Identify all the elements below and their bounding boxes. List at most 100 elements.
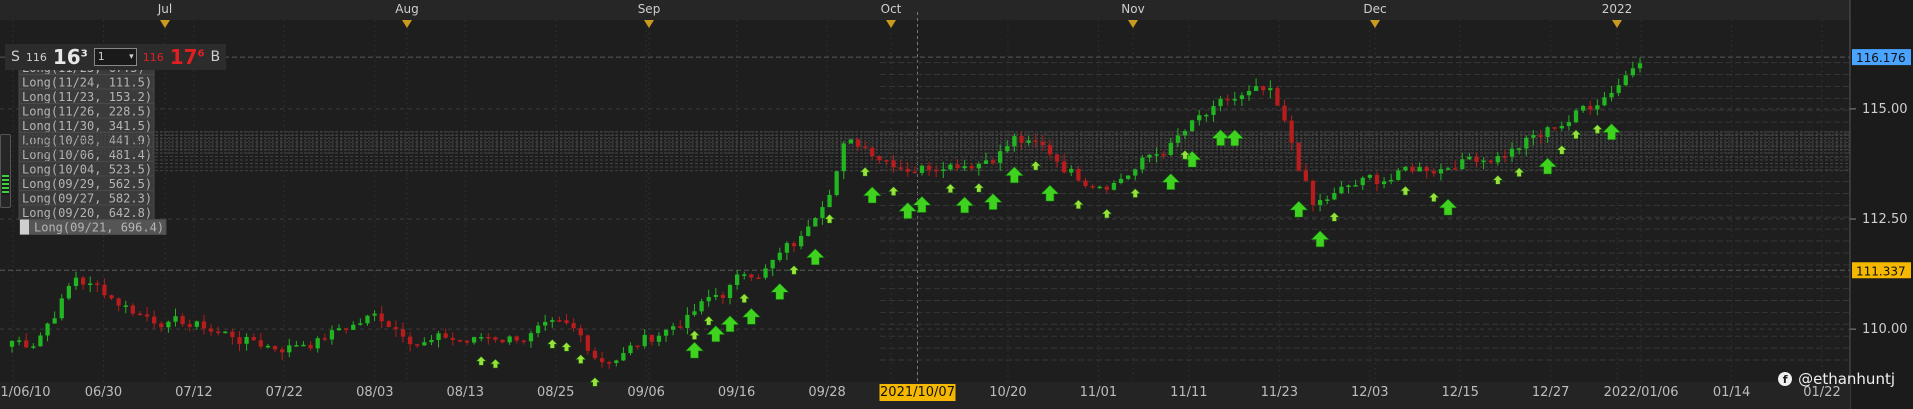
candle xyxy=(791,243,797,247)
candle xyxy=(1232,99,1237,101)
candle xyxy=(635,345,640,348)
candle xyxy=(24,340,29,348)
candle xyxy=(464,340,470,343)
candle xyxy=(720,294,726,298)
quote-panel: S 116 163 1 116 176 B xyxy=(5,44,227,70)
candle xyxy=(457,339,463,342)
candle xyxy=(230,331,235,338)
candle xyxy=(862,146,868,149)
candle xyxy=(443,333,448,338)
date-tick-label: 09/28 xyxy=(808,385,845,400)
candle xyxy=(535,325,541,334)
month-strip xyxy=(0,0,1850,20)
candle xyxy=(1069,168,1074,173)
candle xyxy=(742,274,747,276)
position-label: Long(11/24, 111.5) xyxy=(22,76,152,90)
candle xyxy=(1332,193,1337,200)
candle xyxy=(180,316,185,325)
candle xyxy=(479,337,484,339)
candle xyxy=(706,296,711,302)
candle xyxy=(1033,140,1038,142)
candle xyxy=(102,284,107,296)
candle xyxy=(749,274,754,278)
candle xyxy=(130,305,135,314)
watermark: f @ethanhuntj xyxy=(1778,370,1895,388)
candle xyxy=(471,337,477,343)
ask-price[interactable]: 176 xyxy=(170,45,205,69)
candle xyxy=(827,194,832,208)
bid-price[interactable]: 163 xyxy=(53,45,88,69)
bid-prefix: 116 xyxy=(25,50,47,64)
candle xyxy=(38,335,43,347)
candle xyxy=(877,156,882,161)
panel-resize-handle[interactable] xyxy=(0,134,11,208)
candle xyxy=(400,329,406,337)
candle xyxy=(343,328,349,330)
price-chart[interactable]: 2021/06/10 06/30 07/12 07/22 08/03 08/13 08/25… xyxy=(0,0,1913,409)
candle xyxy=(820,207,825,219)
quantity-select[interactable]: 1 xyxy=(93,48,137,66)
candle xyxy=(727,284,733,298)
candle xyxy=(1197,115,1202,121)
candle xyxy=(621,353,626,361)
candle xyxy=(386,321,391,328)
candle xyxy=(1019,136,1024,143)
candle xyxy=(1211,106,1216,115)
candle xyxy=(422,342,427,346)
candle xyxy=(1381,181,1387,185)
candle xyxy=(251,336,256,341)
candle xyxy=(1239,95,1245,100)
candle xyxy=(983,160,989,164)
date-tick-label: 11/23 xyxy=(1261,385,1298,400)
candle xyxy=(1147,154,1152,158)
position-marker xyxy=(20,219,29,235)
candle xyxy=(1218,98,1223,107)
sell-label[interactable]: S xyxy=(11,49,20,65)
candle xyxy=(1623,75,1628,86)
candle xyxy=(1005,146,1010,152)
candle xyxy=(898,167,903,169)
position-label: Long(11/23, 153.2) xyxy=(22,90,152,104)
candle xyxy=(45,323,50,336)
candle xyxy=(52,318,57,324)
candle xyxy=(407,336,413,345)
month-label: Nov xyxy=(1121,2,1144,16)
candle xyxy=(429,339,434,343)
candle xyxy=(272,345,278,350)
buy-label[interactable]: B xyxy=(211,49,221,65)
candle xyxy=(1054,154,1060,162)
candle xyxy=(1296,142,1301,171)
date-tick-label: 12/15 xyxy=(1441,385,1478,400)
candle xyxy=(123,305,128,307)
position-label: Long(11/26, 228.5) xyxy=(22,105,152,119)
candle xyxy=(585,335,590,351)
candle xyxy=(294,345,299,347)
candle xyxy=(1083,180,1088,187)
candle xyxy=(1303,170,1309,181)
candle xyxy=(564,320,569,324)
candle xyxy=(379,313,384,322)
candle xyxy=(948,164,953,170)
candle xyxy=(578,328,583,336)
candle xyxy=(152,316,157,324)
date-tick-label: 11/01 xyxy=(1080,385,1117,400)
candle xyxy=(1417,167,1422,172)
watermark-handle: @ethanhuntj xyxy=(1798,370,1895,388)
candle xyxy=(969,166,974,169)
candle xyxy=(557,320,562,322)
candle xyxy=(336,328,342,331)
facebook-icon: f xyxy=(1778,372,1793,386)
position-label: Long(09/29, 562.5) xyxy=(22,177,152,191)
candle xyxy=(870,147,875,157)
candle xyxy=(1225,98,1230,101)
candle xyxy=(88,283,93,285)
candle xyxy=(116,298,121,306)
candle xyxy=(1154,154,1159,156)
candle xyxy=(855,139,861,147)
candle xyxy=(919,165,925,173)
candle xyxy=(841,143,846,172)
candle xyxy=(1616,85,1621,93)
candle xyxy=(1453,168,1458,170)
candle xyxy=(80,277,86,285)
candle xyxy=(649,334,654,342)
